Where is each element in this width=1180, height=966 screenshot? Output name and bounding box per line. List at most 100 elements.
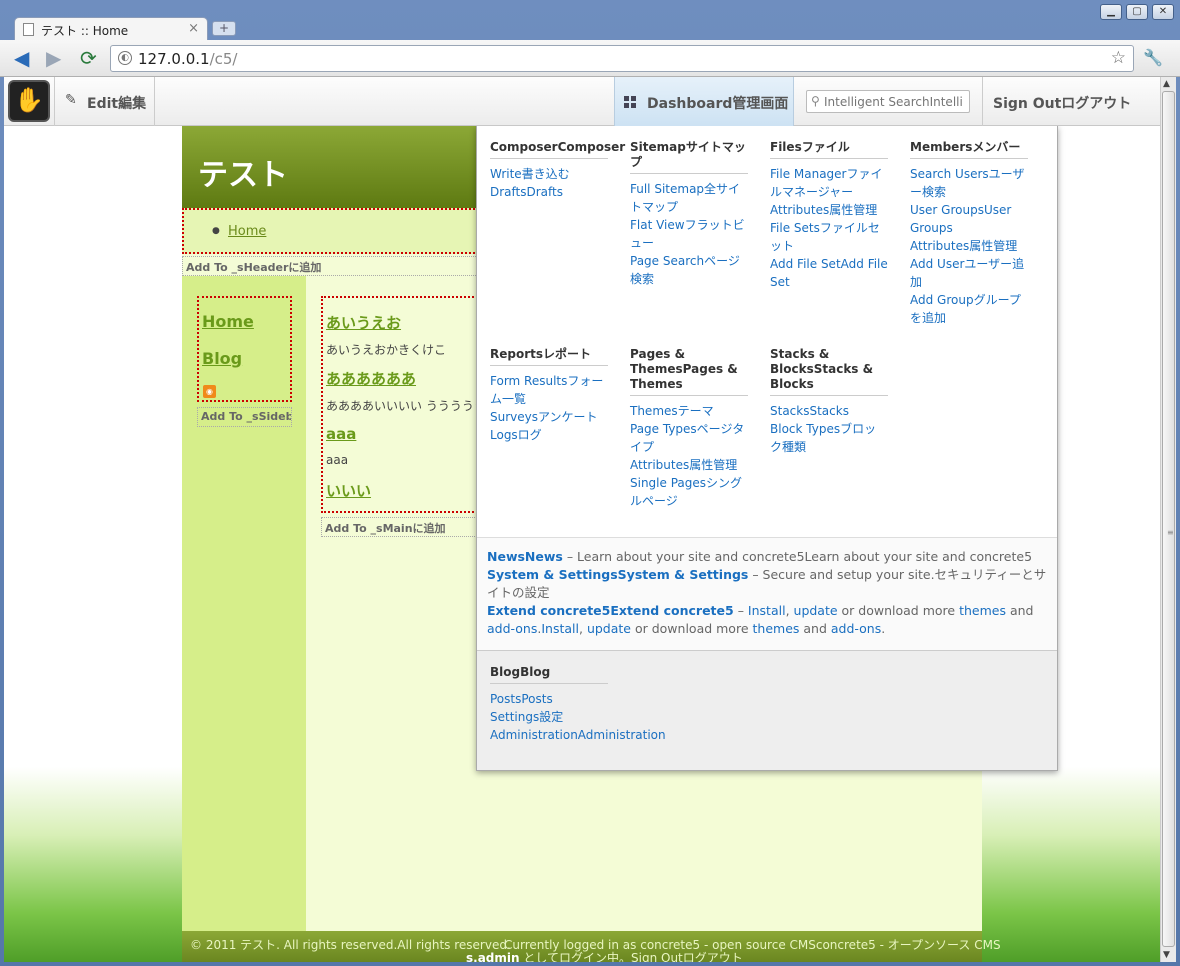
dash-link[interactable]: Add Userユーザー追加 bbox=[910, 255, 1028, 291]
dash-link[interactable]: Page Typesページタイプ bbox=[630, 420, 748, 456]
install-link[interactable]: Install bbox=[748, 603, 786, 618]
new-tab-button[interactable]: + bbox=[212, 21, 236, 36]
install-link[interactable]: Install bbox=[541, 621, 579, 636]
wrench-icon[interactable]: 🔧 bbox=[1143, 48, 1163, 67]
dash-link[interactable]: Form Resultsフォーム一覧 bbox=[490, 372, 608, 408]
intelligent-search[interactable]: ⚲ bbox=[806, 90, 970, 113]
concrete5-logo[interactable]: ✋ bbox=[8, 80, 50, 122]
dash-column-heading[interactable]: BlogBlog bbox=[490, 665, 608, 684]
browser-tab[interactable]: テスト :: Home × bbox=[14, 17, 208, 41]
dash-link[interactable]: Page Searchページ検索 bbox=[630, 252, 748, 288]
themes-link[interactable]: themes bbox=[753, 621, 800, 636]
sidebar-link-home[interactable]: Home bbox=[202, 312, 254, 331]
dash-column-heading[interactable]: Sitemapサイトマップ bbox=[630, 140, 748, 174]
dash-link[interactable]: Attributes属性管理 bbox=[630, 456, 748, 474]
grip-icon: ≡ bbox=[1167, 528, 1174, 537]
site-title[interactable]: テスト bbox=[198, 150, 288, 194]
addons-link[interactable]: add-ons bbox=[487, 621, 537, 636]
rss-icon[interactable]: ◉ bbox=[203, 385, 216, 398]
dash-link[interactable]: Flat Viewフラットビュー bbox=[630, 216, 748, 252]
extend-text: and bbox=[799, 621, 831, 636]
dash-link[interactable]: Themesテーマ bbox=[630, 402, 748, 420]
dash-link[interactable]: File Setsファイルセット bbox=[770, 219, 888, 255]
dash-column-heading[interactable]: ComposerComposer bbox=[490, 140, 625, 159]
maximize-button[interactable]: ▢ bbox=[1126, 4, 1148, 20]
dash-link[interactable]: Attributes属性管理 bbox=[910, 237, 1028, 255]
dash-link[interactable]: File Managerファイルマネージャー bbox=[770, 165, 888, 201]
scrollbar-thumb[interactable]: ≡ bbox=[1162, 91, 1175, 947]
dash-link[interactable]: StacksStacks bbox=[770, 402, 888, 420]
dash-blog-section: BlogBlog PostsPosts Settings設定 Administr… bbox=[477, 650, 1057, 770]
dash-link[interactable]: User GroupsUser Groups bbox=[910, 201, 1028, 237]
news-text: – Learn about your site and concrete5Lea… bbox=[562, 549, 1033, 564]
dash-column-heading[interactable]: Membersメンバー bbox=[910, 140, 1028, 159]
update-link[interactable]: update bbox=[587, 621, 631, 636]
dash-link[interactable]: Surveysアンケート bbox=[490, 408, 608, 426]
globe-icon: ◐ bbox=[118, 51, 132, 65]
post-title[interactable]: あいうえお bbox=[326, 312, 401, 333]
separator: . bbox=[881, 621, 886, 636]
dash-column-heading[interactable]: Reportsレポート bbox=[490, 347, 608, 366]
dash-link[interactable]: Write書き込む bbox=[490, 165, 608, 183]
post-title[interactable]: aaa bbox=[326, 425, 356, 443]
dash-column-reports: Reportsレポート Form Resultsフォーム一覧 Surveysアン… bbox=[490, 347, 608, 444]
scroll-up-icon[interactable]: ▲ bbox=[1163, 79, 1170, 89]
dash-column-heading[interactable]: Pages & ThemesPages & Themes bbox=[630, 347, 748, 396]
close-tab-icon[interactable]: × bbox=[188, 21, 199, 36]
post-title[interactable]: ああああああ bbox=[326, 368, 416, 389]
dash-link[interactable]: Single Pagesシングルページ bbox=[630, 474, 748, 510]
dash-column-heading[interactable]: Stacks & BlocksStacks & Blocks bbox=[770, 347, 888, 396]
dash-column-blog: BlogBlog PostsPosts Settings設定 Administr… bbox=[490, 665, 666, 744]
sign-out-button[interactable]: Sign Outログアウト bbox=[982, 77, 1160, 126]
news-link[interactable]: NewsNews bbox=[487, 549, 563, 564]
system-settings-link[interactable]: System & SettingsSystem & Settings bbox=[487, 567, 748, 582]
footer-copyright: © 2011 テスト. All rights reserved.All righ… bbox=[190, 938, 511, 952]
nav-link-home[interactable]: Home bbox=[228, 224, 266, 239]
dash-link[interactable]: Attributes属性管理 bbox=[770, 201, 888, 219]
dash-link[interactable]: Block Typesブロック種類 bbox=[770, 420, 888, 456]
dash-link[interactable]: Add File SetAdd File Set bbox=[770, 255, 888, 291]
extend-link[interactable]: Extend concrete5Extend concrete5 bbox=[487, 603, 734, 618]
search-icon: ⚲ bbox=[811, 94, 820, 108]
close-window-button[interactable]: ✕ bbox=[1152, 4, 1174, 20]
dash-link[interactable]: DraftsDrafts bbox=[490, 183, 608, 201]
bullet-icon: ● bbox=[212, 226, 220, 236]
concrete5-toolbar: ✋ ✎ Edit編集 Dashboard管理画面 ⚲ Sign Outログアウト bbox=[4, 77, 1160, 126]
edit-button[interactable]: ✎ Edit編集 bbox=[54, 77, 155, 126]
post-body: あいうえおかきくけこ bbox=[326, 343, 447, 357]
scroll-down-icon[interactable]: ▼ bbox=[1163, 950, 1170, 960]
separator: – bbox=[733, 603, 748, 618]
addons-link[interactable]: add-ons bbox=[831, 621, 881, 636]
sign-out-label: Sign Outログアウト bbox=[993, 96, 1132, 112]
dashboard-button[interactable]: Dashboard管理画面 bbox=[614, 77, 794, 126]
dash-link[interactable]: Search Usersユーザー検索 bbox=[910, 165, 1028, 201]
dash-column-heading[interactable]: Filesファイル bbox=[770, 140, 888, 159]
grid-icon bbox=[624, 96, 636, 108]
page-icon bbox=[23, 23, 34, 36]
dash-link[interactable]: AdministrationAdministration bbox=[490, 726, 666, 744]
minimize-button[interactable]: ▁ bbox=[1100, 4, 1122, 20]
search-input[interactable] bbox=[824, 93, 967, 110]
dash-link[interactable]: Full Sitemap全サイトマップ bbox=[630, 180, 748, 216]
extend-text: or download more bbox=[630, 621, 753, 636]
update-link[interactable]: update bbox=[794, 603, 838, 618]
dash-column-sitemap: Sitemapサイトマップ Full Sitemap全サイトマップ Flat V… bbox=[630, 140, 748, 288]
dash-link[interactable]: Add Groupグループを追加 bbox=[910, 291, 1028, 327]
sidebar-link-blog[interactable]: Blog bbox=[202, 349, 242, 368]
vertical-scrollbar[interactable]: ≡ ▲ ▼ bbox=[1160, 77, 1176, 962]
separator: , bbox=[578, 621, 587, 636]
dash-link[interactable]: PostsPosts bbox=[490, 690, 608, 708]
post-body: aaa bbox=[326, 453, 349, 467]
address-bar[interactable]: ◐ 127.0.0.1/c5/ ☆ bbox=[110, 45, 1134, 72]
dash-link[interactable]: Settings設定 bbox=[490, 708, 608, 726]
back-arrow-icon[interactable]: ◀ bbox=[14, 48, 29, 68]
sidebar-nav-block[interactable]: Home Blog ◉ bbox=[197, 296, 292, 402]
reload-icon[interactable]: ⟳ bbox=[80, 48, 97, 68]
post-title[interactable]: いいい bbox=[326, 480, 371, 501]
forward-arrow-icon[interactable]: ▶ bbox=[46, 48, 61, 68]
themes-link[interactable]: themes bbox=[959, 603, 1006, 618]
grass-decoration-left bbox=[4, 767, 182, 962]
dash-link[interactable]: Logsログ bbox=[490, 426, 608, 444]
bookmark-star-icon[interactable]: ☆ bbox=[1111, 48, 1126, 68]
add-to-sidebar-area[interactable]: Add To _sSidebar bbox=[197, 407, 292, 427]
